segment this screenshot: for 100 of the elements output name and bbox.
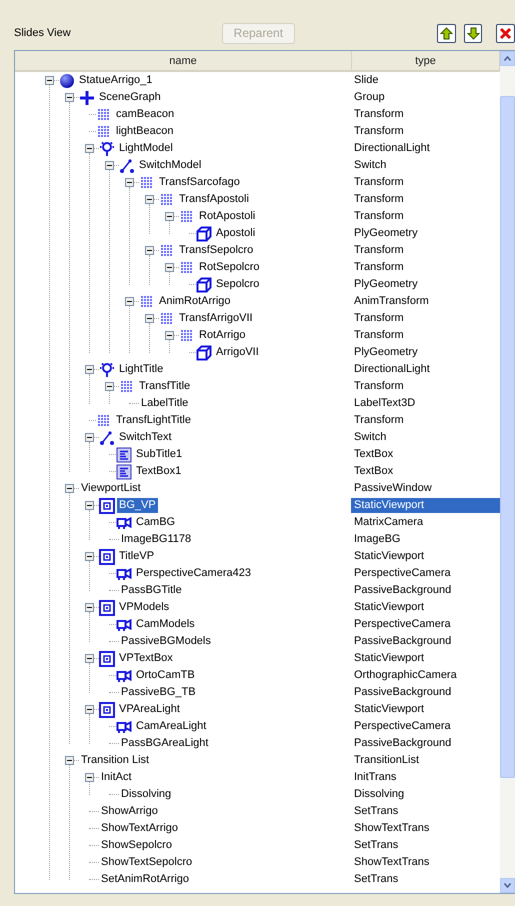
scrollbar[interactable]	[500, 51, 515, 893]
tree-item[interactable]: TextBox1	[134, 464, 184, 479]
grid-icon	[159, 242, 175, 258]
tree-item[interactable]: LightTitle	[117, 362, 166, 377]
grid-icon	[119, 378, 135, 394]
collapse-toggle[interactable]	[145, 314, 154, 323]
collapse-toggle[interactable]	[145, 195, 154, 204]
type-text: PerspectiveCamera	[353, 719, 452, 734]
light-bulb-icon	[99, 140, 115, 156]
tree-item[interactable]: ImageBG1178	[119, 532, 194, 547]
collapse-toggle[interactable]	[125, 178, 134, 187]
collapse-toggle[interactable]	[65, 93, 74, 102]
type-text: PassiveBackground	[353, 685, 452, 700]
tree-item[interactable]: InitAct	[99, 770, 134, 785]
tree-item[interactable]: LightModel	[117, 141, 175, 156]
type-text: StaticViewport	[353, 702, 426, 717]
type-text: Transform	[353, 243, 405, 258]
tree-item[interactable]: TitleVP	[117, 549, 156, 564]
collapse-toggle[interactable]	[105, 382, 114, 391]
collapse-toggle[interactable]	[165, 263, 174, 272]
type-text: StaticViewport	[351, 498, 500, 513]
tree-item[interactable]: TransfSarcofago	[157, 175, 242, 190]
type-text: StaticViewport	[353, 600, 426, 615]
collapse-toggle[interactable]	[85, 433, 94, 442]
tree-item[interactable]: SwitchModel	[137, 158, 204, 173]
minus-icon	[107, 384, 112, 389]
tree-item[interactable]: Transition List	[79, 753, 152, 768]
tree-item[interactable]: SceneGraph	[97, 90, 163, 105]
move-up-button[interactable]	[437, 24, 456, 42]
caret-down-icon[interactable]	[504, 883, 511, 888]
collapse-toggle[interactable]	[85, 773, 94, 782]
close-button[interactable]	[496, 24, 515, 42]
minus-icon	[167, 214, 172, 219]
tree-item[interactable]: ShowTextSepolcro	[99, 855, 194, 870]
collapse-toggle[interactable]	[85, 365, 94, 374]
tree-item[interactable]: LabelTitle	[139, 396, 190, 411]
collapse-toggle[interactable]	[45, 76, 54, 85]
collapse-toggle[interactable]	[85, 603, 94, 612]
collapse-toggle[interactable]	[105, 161, 114, 170]
collapse-toggle[interactable]	[85, 552, 94, 561]
type-text: TextBox	[353, 447, 394, 462]
type-text: Transform	[353, 124, 405, 139]
column-header[interactable]: name	[15, 51, 352, 70]
tree-item[interactable]: PassiveBGModels	[119, 634, 213, 649]
tree-item[interactable]: VPTextBox	[117, 651, 175, 666]
tree-item[interactable]: TransfArrigoVII	[177, 311, 255, 326]
tree-item[interactable]: OrtoCamTB	[134, 668, 197, 683]
tree-item[interactable]: camBeacon	[114, 107, 176, 122]
tree-item[interactable]: ShowTextArrigo	[99, 821, 180, 836]
collapse-toggle[interactable]	[85, 501, 94, 510]
collapse-toggle[interactable]	[85, 654, 94, 663]
collapse-toggle[interactable]	[85, 144, 94, 153]
tree-item[interactable]: VPAreaLight	[117, 702, 182, 717]
move-down-button[interactable]	[464, 24, 482, 42]
tree-item[interactable]: PassiveBG_TB	[119, 685, 198, 700]
tree-item[interactable]: TransfTitle	[137, 379, 192, 394]
tree-item[interactable]: PassBGTitle	[119, 583, 184, 598]
tree-item[interactable]: VPModels	[117, 600, 172, 615]
tree-item[interactable]: SwitchText	[117, 430, 174, 445]
collapse-toggle[interactable]	[85, 705, 94, 714]
tree-item[interactable]: SubTitle1	[134, 447, 184, 462]
tree-item[interactable]: ShowArrigo	[99, 804, 160, 819]
grid-icon	[179, 260, 195, 276]
tree-item[interactable]: Sepolcro	[214, 277, 262, 292]
minus-icon	[147, 316, 152, 321]
type-text: SetTrans	[353, 804, 400, 819]
tree-item[interactable]: ArrigoVII	[214, 345, 261, 360]
minus-icon	[87, 605, 92, 610]
tree-item[interactable]: TransfSepolcro	[177, 243, 256, 258]
tree-item[interactable]: PassBGAreaLight	[119, 736, 210, 751]
tree-item[interactable]: PerspectiveCamera423	[134, 566, 253, 581]
type-text: AnimTransform	[353, 294, 430, 309]
collapse-toggle[interactable]	[65, 756, 74, 765]
tree-item[interactable]: StatueArrigo_1	[77, 73, 154, 88]
camera-icon	[116, 616, 132, 632]
tree-item[interactable]: AnimRotArrigo	[157, 294, 233, 309]
collapse-toggle[interactable]	[165, 212, 174, 221]
minus-icon	[87, 775, 92, 780]
collapse-toggle[interactable]	[145, 246, 154, 255]
tree-item[interactable]: BG_VP	[117, 498, 158, 513]
tree-item[interactable]: lightBeacon	[114, 124, 176, 139]
tree-item[interactable]: TransfLightTitle	[114, 413, 193, 428]
tree-item[interactable]: ViewportList	[79, 481, 143, 496]
camera-icon	[116, 514, 132, 530]
tree-item[interactable]: TransfApostoli	[177, 192, 251, 207]
tree-item[interactable]: CamBG	[134, 515, 178, 530]
collapse-toggle[interactable]	[125, 297, 134, 306]
collapse-toggle[interactable]	[65, 484, 74, 493]
tree-item[interactable]: CamModels	[134, 617, 197, 632]
caret-up-icon[interactable]	[504, 56, 511, 61]
tree-item[interactable]: ShowSepolcro	[99, 838, 174, 853]
tree-item[interactable]: RotSepolcro	[197, 260, 262, 275]
tree-item[interactable]: SetAnimRotArrigo	[99, 872, 192, 887]
tree-item[interactable]: CamAreaLight	[134, 719, 208, 734]
tree-item[interactable]: Dissolving	[119, 787, 174, 802]
tree-item[interactable]: RotArrigo	[197, 328, 248, 343]
collapse-toggle[interactable]	[165, 331, 174, 340]
tree-item[interactable]: RotApostoli	[197, 209, 258, 224]
minus-icon	[107, 163, 112, 168]
tree-item[interactable]: Apostoli	[214, 226, 258, 241]
